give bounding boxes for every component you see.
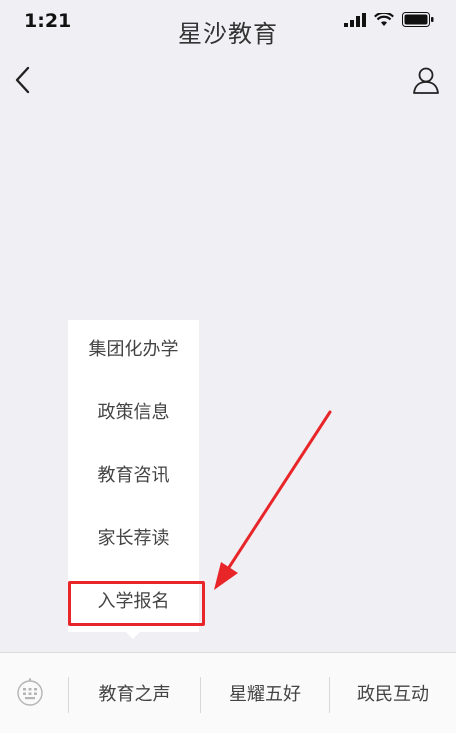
menu-star-five-good[interactable]: 星耀五好 — [201, 677, 329, 713]
keyboard-toggle-icon[interactable] — [14, 677, 46, 709]
submenu-item-group-school[interactable]: 集团化办学 — [68, 330, 199, 370]
submenu-item-education-news[interactable]: 教育咨讯 — [68, 456, 199, 496]
bottom-menu-bar: 教育之声 星耀五好 政民互动 — [0, 652, 456, 733]
enrollment-highlight-box — [68, 581, 205, 626]
back-arrow-icon[interactable] — [8, 64, 40, 96]
menu-government-interaction[interactable]: 政民互动 — [330, 677, 456, 713]
submenu-item-parent-reading[interactable]: 家长荐读 — [68, 519, 199, 559]
submenu-caret — [124, 630, 142, 639]
profile-icon[interactable] — [410, 64, 442, 96]
page-title: 星沙教育 — [178, 20, 278, 48]
menu-education-voice[interactable]: 教育之声 — [69, 677, 200, 713]
submenu-item-policy-info[interactable]: 政策信息 — [68, 393, 199, 433]
